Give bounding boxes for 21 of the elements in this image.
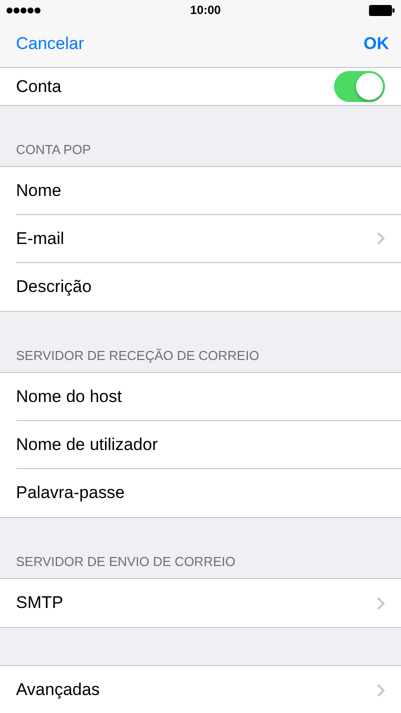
toggle-switch[interactable] [334,71,385,102]
ok-button[interactable]: OK [364,34,389,54]
row-label: Descrição [16,277,92,297]
section-header: SERVIDOR DE RECEÇÃO DE CORREIO [16,348,260,363]
row-label: Palavra-passe [16,483,125,503]
section-header: CONTA POP [16,142,91,157]
row-label: Avançadas [16,680,100,700]
status-time: 10:00 [190,3,221,17]
row-label: Conta [16,76,62,96]
cancel-button[interactable]: Cancelar [16,34,84,54]
battery-icon [368,4,395,16]
section-header: SERVIDOR DE ENVIO DE CORREIO [16,554,236,569]
row-label: Nome [16,180,62,200]
row-label: Nome de utilizador [16,434,158,454]
chevron-icon [377,684,385,696]
row-label: E-mail [16,228,64,248]
chevron-icon [377,596,385,610]
row-label: SMTP [16,593,64,613]
row-label: Nome do host [16,386,122,406]
signal-icon [6,6,42,14]
chevron-icon [377,232,385,245]
